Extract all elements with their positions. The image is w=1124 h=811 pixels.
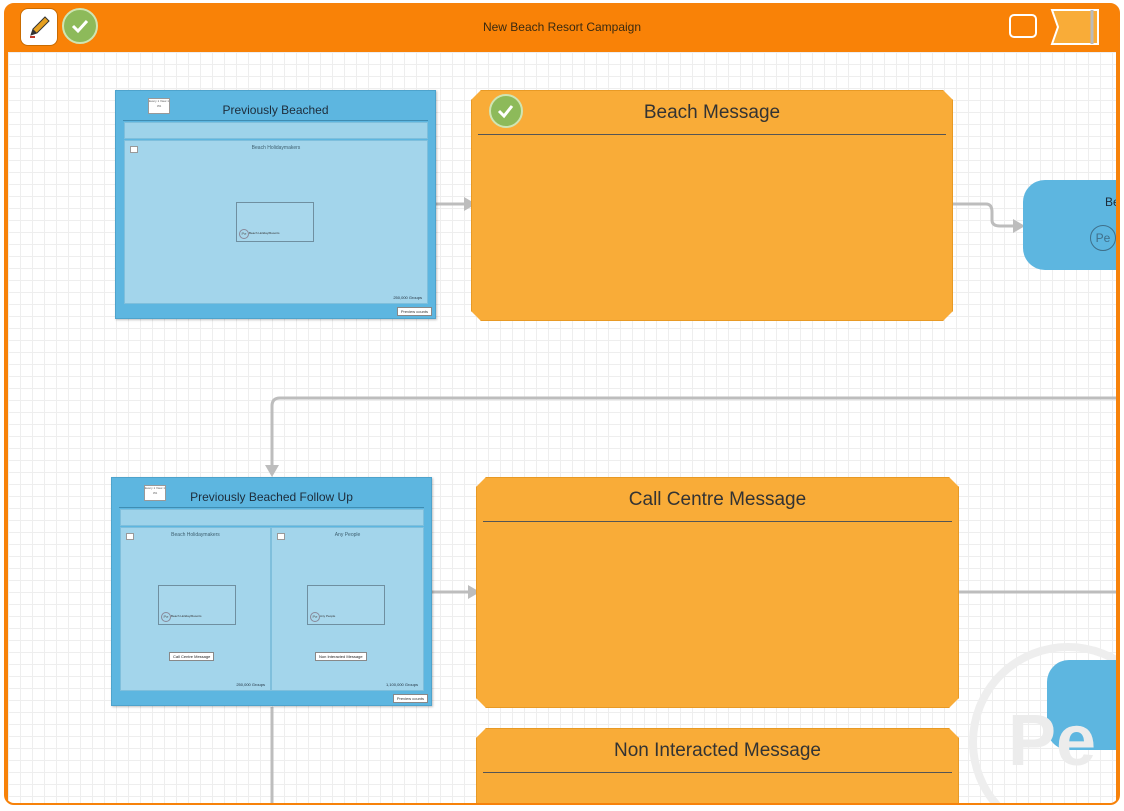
flow-canvas[interactable]: Every 1 View 1 3% Previously Beached Bea… (8, 52, 1116, 803)
audience-label: Beach Holiday/Resorts (171, 614, 202, 618)
preview-counts-button[interactable]: Preview counts (396, 307, 432, 316)
node-title: Non Interacted Message (613, 740, 821, 761)
node-title: Previously Beached (222, 103, 329, 117)
people-icon: Pe (239, 229, 249, 239)
audience-card[interactable]: Pe Beach Holiday/Resorts (236, 202, 314, 242)
group-count: 1,100,000 Groups (385, 682, 418, 687)
divider (119, 507, 424, 508)
divider (483, 521, 952, 522)
decision-node-right[interactable]: Be Pe (1023, 180, 1116, 270)
decision-node-previously-beached[interactable]: Every 1 View 1 3% Previously Beached Bea… (115, 90, 436, 319)
audience-label: Any People (320, 614, 336, 618)
rule-bar[interactable] (124, 122, 428, 139)
preview-counts-button[interactable]: Preview counts (392, 694, 428, 703)
divider (483, 772, 952, 773)
segment-title: Any People (334, 532, 361, 538)
window-title: New Beach Resort Campaign (482, 20, 642, 34)
message-node-call-centre[interactable]: Call Centre Message (476, 477, 959, 708)
decision-node-follow-up[interactable]: Every 1 View 1 3% Previously Beached Fol… (111, 477, 432, 706)
panel-toggle-button[interactable] (1046, 8, 1104, 46)
campaign-window: New Beach Resort Campaign Every 1 View 1… (4, 3, 1120, 805)
rule-bar[interactable] (120, 509, 424, 526)
people-icon: Pe (310, 612, 320, 622)
title-bar: New Beach Resort Campaign (6, 5, 1118, 52)
node-title: Call Centre Message (628, 489, 807, 510)
message-node-non-interacted[interactable]: Non Interacted Message (476, 728, 959, 803)
flag-icon (1050, 9, 1099, 45)
group-count: 250,000 Groups (236, 682, 265, 687)
node-title: Be (1105, 195, 1116, 209)
approved-status[interactable] (489, 94, 523, 128)
audience-card[interactable]: Pe Any People (307, 585, 385, 625)
segment-title: Beach Holidaymakers (251, 145, 301, 151)
node-title: Beach Message (643, 102, 781, 123)
people-icon: Pe (161, 612, 171, 622)
segment-panel-2[interactable]: Any People Pe Any People Non Interacted … (271, 527, 424, 691)
window-mode-button[interactable] (1009, 14, 1037, 38)
divider (123, 120, 428, 121)
segment-panel[interactable]: Beach Holidaymakers Pe Beach Holiday/Res… (124, 140, 428, 304)
audience-label: Beach Holiday/Resorts (249, 231, 280, 235)
check-icon (497, 105, 514, 119)
divider (478, 134, 946, 135)
group-count: 250,000 Groups (393, 295, 422, 300)
people-icon: Pe (1090, 225, 1116, 251)
watermark-logo: Pe (1008, 701, 1097, 781)
segment-panel-1[interactable]: Beach Holidaymakers Pe Beach Holiday/Res… (120, 527, 271, 691)
message-node-beach[interactable]: Beach Message (471, 90, 953, 321)
target-select[interactable]: Call Centre Message (169, 652, 215, 661)
segment-title: Beach Holidaymakers (171, 532, 220, 538)
target-select[interactable]: Non Interacted Message (315, 652, 367, 661)
audience-card[interactable]: Pe Beach Holiday/Resorts (158, 585, 236, 625)
node-title: Previously Beached Follow Up (190, 490, 353, 504)
